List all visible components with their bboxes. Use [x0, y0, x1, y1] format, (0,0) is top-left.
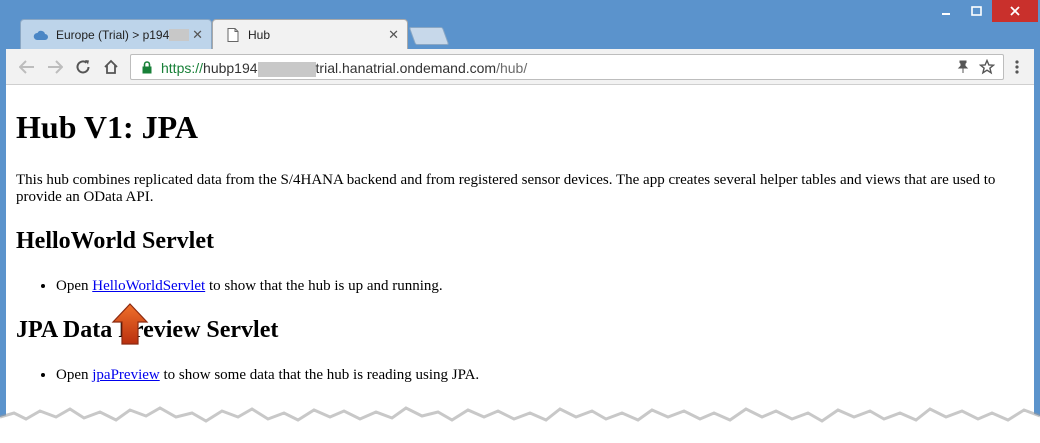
close-window-button[interactable] [992, 0, 1038, 22]
page-title: Hub V1: JPA [16, 109, 198, 145]
lock-icon [141, 61, 153, 74]
new-tab-button[interactable] [408, 27, 450, 45]
page-viewport: Hub V1: JPA This hub combines replicated… [6, 85, 1034, 443]
section-heading-helloworld: HelloWorld Servlet [16, 228, 214, 254]
item-prefix: Open [56, 278, 93, 294]
tab-label: Hub [248, 27, 271, 42]
redaction-block [169, 28, 190, 41]
browser-toolbar: https://hubp194 trial.hanatrial.ondemand.… [6, 49, 1034, 85]
pin-icon[interactable] [957, 60, 969, 79]
item-prefix: Open [56, 367, 93, 383]
back-button[interactable] [16, 57, 38, 77]
up-arrow-annotation-icon [111, 302, 149, 346]
section-heading-jpa-preview: JPA Data Preview Servlet [16, 317, 279, 343]
page-icon [225, 27, 241, 43]
address-bar[interactable]: https://hubp194 trial.hanatrial.ondemand.… [130, 54, 1004, 80]
helloworld-servlet-link[interactable]: HelloWorldServlet [92, 278, 205, 294]
url-path: /hub/ [496, 60, 528, 76]
bookmark-star-icon[interactable] [978, 58, 996, 80]
page-description: This hub combines replicated data from t… [16, 172, 996, 205]
jpa-preview-list: Open jpaPreview to show some data that t… [16, 366, 1021, 384]
url-host-end: trial.hanatrial.ondemand.com [315, 60, 497, 76]
torn-edge [0, 406, 1040, 443]
title-bar: Europe (Trial) > p194 ✕ Hub ✕ [0, 0, 1040, 49]
maximize-button[interactable] [962, 0, 990, 22]
url-text: https://hubp194 trial.hanatrial.ondemand.… [161, 60, 527, 77]
reload-button[interactable] [72, 57, 94, 77]
minimize-button[interactable] [932, 0, 960, 22]
jpa-preview-link[interactable]: jpaPreview [92, 367, 159, 383]
menu-kebab-icon[interactable] [1006, 57, 1028, 77]
url-host-start: hubp194 [203, 60, 258, 76]
page-content: Hub V1: JPA This hub combines replicated… [16, 85, 1021, 384]
tab-label: Europe (Trial) > p194 [56, 27, 170, 42]
helloworld-list: Open HelloWorldServlet to show that the … [16, 277, 1021, 295]
cloud-icon [33, 27, 49, 43]
tab-europe-trial[interactable]: Europe (Trial) > p194 ✕ [20, 19, 212, 49]
item-suffix: to show some data that the hub is readin… [159, 367, 480, 383]
forward-button[interactable] [44, 57, 66, 77]
browser-window: Europe (Trial) > p194 ✕ Hub ✕ https://hu… [0, 0, 1040, 443]
redaction-block [257, 61, 316, 77]
list-item: Open jpaPreview to show some data that t… [56, 366, 1021, 384]
tab-hub[interactable]: Hub ✕ [212, 19, 408, 49]
close-tab-icon[interactable]: ✕ [192, 27, 203, 43]
item-suffix: to show that the hub is up and running. [205, 278, 443, 294]
close-tab-icon[interactable]: ✕ [388, 27, 399, 43]
url-scheme: https:// [161, 60, 204, 76]
list-item: Open HelloWorldServlet to show that the … [56, 277, 1021, 295]
home-button[interactable] [100, 57, 122, 77]
